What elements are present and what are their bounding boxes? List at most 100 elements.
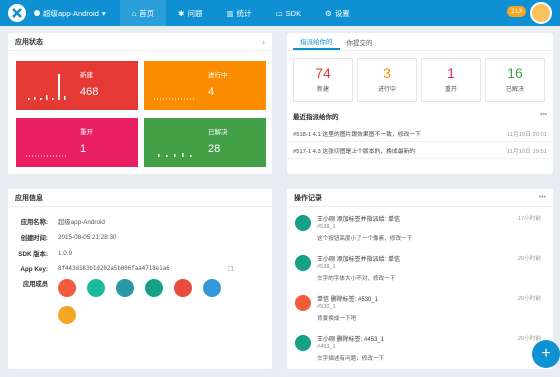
app-info-panel: 应用信息 应用名称: 超级app-Android 创建时间: 2015-08-05 … bbox=[8, 189, 272, 369]
app-status-panel: 应用状态 › 新建 468 进行中 4 重开 1 已解决 28 bbox=[8, 33, 272, 174]
panel-title: 操作记录 bbox=[294, 194, 322, 202]
notification-badge[interactable]: 213 bbox=[507, 6, 526, 17]
count-in-progress[interactable]: 3 进行中 bbox=[357, 58, 417, 102]
count-new[interactable]: 74 新建 bbox=[293, 58, 353, 102]
app-name: 超级app-Android bbox=[43, 8, 99, 18]
avatar[interactable] bbox=[203, 279, 221, 297]
panel-title: 应用状态 bbox=[15, 38, 43, 46]
tile-label: 已解决 bbox=[208, 129, 228, 136]
gear-icon: ⚙ bbox=[325, 8, 332, 18]
log-desc: 文字描述有问题，修改一下 bbox=[317, 356, 385, 362]
count-label: 重开 bbox=[444, 87, 457, 93]
assigned-panel: 指派给你的 你提交的 74 新建 3 进行中 1 重开 16 已解决 最近指派给你的 ••… bbox=[287, 33, 553, 174]
log-action: 王小刚 添加标签并指派给: 单信 bbox=[317, 257, 401, 263]
add-button[interactable]: + bbox=[532, 340, 560, 368]
log-item[interactable]: 王小刚 添加标签并指派给: 单信 #538_1 文字的字体大小不对，修改一下 20小时… bbox=[287, 249, 547, 293]
log-action: 王小刚 删除标签: #453_1 bbox=[317, 337, 385, 343]
info-row: App Key: 8f443d183b1d202a5b006faa4718e1a6… bbox=[8, 261, 272, 277]
log-ref: #538_1 bbox=[317, 264, 336, 270]
members-label: 应用成员 bbox=[22, 281, 48, 288]
copy-icon[interactable]: ❐ bbox=[228, 266, 234, 273]
tile-label: 新建 bbox=[80, 72, 93, 79]
log-action: 王小刚 添加标签并指派给: 单信 bbox=[317, 217, 401, 223]
tile-in-progress[interactable]: 进行中 4 bbox=[144, 61, 266, 110]
avatar[interactable] bbox=[174, 279, 192, 297]
spark-chart bbox=[154, 98, 196, 100]
info-key: App Key: bbox=[20, 265, 48, 273]
home-icon: ⌂ bbox=[131, 8, 137, 18]
tab-assigned-to-me[interactable]: 指派给你的 bbox=[293, 33, 340, 50]
spark-chart bbox=[158, 153, 192, 157]
tile-resolved[interactable]: 已解决 28 bbox=[144, 118, 266, 167]
count-label: 新建 bbox=[316, 87, 329, 93]
count-value: 3 bbox=[383, 65, 391, 81]
count-value: 1 bbox=[447, 65, 455, 81]
list-item[interactable]: #518-1 4.1 这里的图片跟效果图不一致，修改一下 11月10日 20:01 bbox=[287, 125, 553, 142]
tile-reopened[interactable]: 重开 1 bbox=[16, 118, 138, 167]
nav-issues[interactable]: ✱ 问题 bbox=[166, 0, 214, 26]
count-reopened[interactable]: 1 重开 bbox=[421, 58, 481, 102]
chevron-right-icon[interactable]: › bbox=[262, 37, 265, 47]
nav-stats[interactable]: ▥ 统计 bbox=[214, 0, 263, 26]
app-logo[interactable] bbox=[6, 2, 28, 24]
log-ref: #538_1 bbox=[317, 224, 336, 230]
count-value: 74 bbox=[315, 65, 331, 81]
panel-title: 应用信息 bbox=[15, 194, 43, 202]
log-desc: 文字的字体大小不对，修改一下 bbox=[317, 276, 396, 282]
bug-icon: ✱ bbox=[178, 8, 185, 18]
info-value: 2015-08-05 21:28:30 bbox=[58, 233, 117, 241]
info-key: 应用名称: bbox=[20, 218, 48, 226]
avatar bbox=[295, 335, 311, 351]
info-key: SDK 版本: bbox=[18, 250, 48, 258]
avatar[interactable] bbox=[58, 279, 76, 297]
more-icon[interactable]: ••• bbox=[540, 111, 547, 121]
avatar[interactable] bbox=[145, 279, 163, 297]
log-item[interactable]: 王小刚 删除标签: #453_1 #453_1 文字描述有问题，修改一下 20小时前 bbox=[287, 329, 547, 373]
tile-new[interactable]: 新建 468 bbox=[16, 61, 138, 110]
tile-value: 28 bbox=[208, 143, 221, 155]
logo-icon bbox=[8, 4, 26, 22]
log-time: 20小时前 bbox=[517, 256, 541, 262]
log-item[interactable]: 王小刚 添加标签并指派给: 单信 #538_1 这个按钮高度小了一个像素，修改一下 1… bbox=[287, 209, 547, 253]
info-value: 1.0.9 bbox=[58, 249, 73, 257]
count-label: 已解决 bbox=[505, 87, 524, 93]
nav-home[interactable]: ⌂ 首页 bbox=[119, 0, 167, 26]
app-selector[interactable]: 超级app-Android ▾ bbox=[34, 8, 106, 19]
members-row: 应用成员 bbox=[8, 279, 272, 326]
log-desc: 这个按钮高度小了一个像素，修改一下 bbox=[317, 236, 413, 242]
recent-time: 11月10日 19:51 bbox=[506, 148, 547, 155]
nav-label: 设置 bbox=[334, 8, 350, 18]
count-resolved[interactable]: 16 已解决 bbox=[485, 58, 545, 102]
recent-time: 11月10日 20:01 bbox=[506, 131, 547, 138]
nav-settings[interactable]: ⚙ 设置 bbox=[313, 0, 362, 26]
log-ref: #530_1 bbox=[317, 304, 336, 310]
avatar[interactable] bbox=[58, 306, 76, 324]
user-avatar[interactable] bbox=[530, 2, 552, 24]
info-value: 8f443d183b1d202a5b006faa4718e1a6 bbox=[58, 266, 170, 272]
avatar[interactable] bbox=[87, 279, 105, 297]
tile-label: 重开 bbox=[80, 129, 93, 136]
nav-sdk[interactable]: ▭ SDK bbox=[264, 0, 314, 26]
log-desc: 背景换成一下吧 bbox=[317, 316, 357, 322]
avatar bbox=[295, 215, 311, 231]
log-time: 20小时前 bbox=[517, 336, 541, 342]
plus-icon: + bbox=[541, 345, 551, 362]
avatar bbox=[295, 295, 311, 311]
nav-label: 首页 bbox=[139, 8, 155, 18]
more-icon[interactable]: ••• bbox=[539, 194, 546, 201]
info-value: 超级app-Android bbox=[58, 218, 105, 226]
list-item[interactable]: #517-1 4.3 这张切图是上个版本的，换成最新的 11月10日 19:51 bbox=[287, 142, 553, 159]
count-label: 进行中 bbox=[377, 87, 396, 93]
log-item[interactable]: 单信 删除标签: #530_1 #530_1 背景换成一下吧 20小时前 bbox=[287, 289, 547, 333]
log-time: 20小时前 bbox=[517, 296, 541, 302]
avatar[interactable] bbox=[116, 279, 134, 297]
tab-submitted-by-me[interactable]: 你提交的 bbox=[340, 33, 380, 50]
activity-log-panel: 操作记录 ••• 王小刚 添加标签并指派给: 单信 #538_1 这个按钮高度小了一个… bbox=[287, 189, 553, 369]
spark-chart bbox=[28, 74, 66, 100]
app-dot-icon bbox=[34, 10, 40, 16]
recent-text: #518-1 4.1 这里的图片跟效果图不一致，修改一下 bbox=[293, 131, 421, 138]
info-row: 创建时间: 2015-08-05 21:28:30 bbox=[8, 229, 272, 245]
log-time: 17小时前 bbox=[517, 216, 541, 222]
sdk-icon: ▭ bbox=[275, 8, 283, 18]
tile-label: 进行中 bbox=[208, 72, 228, 79]
